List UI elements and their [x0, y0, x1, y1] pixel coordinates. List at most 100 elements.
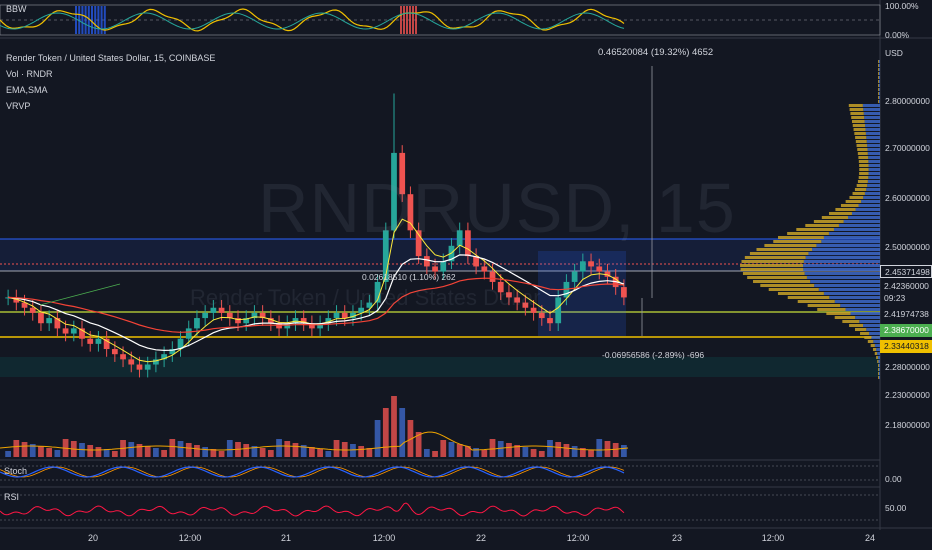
vrvp-bar [858, 176, 869, 179]
volume-bar [276, 439, 282, 457]
vrvp-bar [864, 116, 880, 119]
bbw-axis-bottom: 0.00% [885, 30, 910, 40]
vrvp-bar [867, 184, 880, 187]
stoch-pane-title[interactable]: Stoch [4, 466, 27, 476]
vrvp-bar [834, 300, 880, 303]
volume-bar [382, 408, 389, 457]
vrvp-bar [803, 264, 880, 267]
legend-indicator-vrvp[interactable]: VRVP [6, 98, 215, 114]
vrvp-bar [868, 176, 880, 179]
candle-body [128, 359, 135, 365]
legend-indicator-volume[interactable]: Vol · RNDR [6, 66, 215, 82]
vrvp-bar [821, 216, 849, 219]
rsi-pane-title[interactable]: RSI [4, 492, 19, 502]
vrvp-bar [796, 228, 834, 231]
vrvp-bar [740, 264, 804, 267]
candle-body [87, 338, 94, 344]
legend-title[interactable]: Render Token / United States Dollar, 15,… [6, 50, 215, 66]
bbw-highlight-bar [75, 6, 77, 34]
vrvp-bar [753, 280, 811, 283]
bbw-highlight-bar [415, 6, 417, 34]
vrvp-bar [878, 84, 879, 87]
vrvp-bar [810, 280, 880, 283]
vrvp-bar [878, 364, 879, 367]
vrvp-bar [878, 60, 880, 63]
vrvp-bar [878, 364, 880, 367]
vrvp-bar [878, 368, 879, 371]
vrvp-bar [854, 132, 866, 135]
vrvp-bar [878, 68, 879, 71]
vrvp-bar [773, 240, 822, 243]
volume-bar [153, 448, 159, 457]
vrvp-bar [760, 284, 815, 287]
vrvp-bar [747, 276, 807, 279]
vrvp-bar [863, 112, 880, 115]
vrvp-bar [865, 132, 880, 135]
vrvp-bar [854, 188, 867, 191]
candle-body [95, 338, 102, 344]
time-tick: 20 [87, 533, 99, 543]
vrvp-bar [818, 288, 880, 291]
candle-body [341, 312, 348, 319]
volume-bar [309, 447, 315, 457]
vrvp-bar [787, 296, 830, 299]
volume-bar [243, 444, 250, 457]
candle-body [194, 318, 200, 329]
vrvp-bar [840, 304, 880, 307]
vrvp-bar [878, 68, 880, 71]
vrvp-bar [805, 224, 839, 227]
vrvp-bar [867, 144, 880, 147]
vrvp-bar [806, 276, 880, 279]
candle-body [46, 318, 53, 324]
vrvp-bar [878, 88, 879, 91]
vrvp-bar [868, 156, 880, 159]
vrvp-bar [856, 184, 868, 187]
vrvp-bar [866, 328, 880, 331]
vrvp-bar [878, 376, 879, 379]
vrvp-bar [823, 292, 880, 295]
vrvp-bar [803, 268, 880, 271]
candle-body [481, 266, 488, 272]
vrvp-bar [777, 292, 824, 295]
candle-body [111, 349, 118, 355]
bbw-pane-title[interactable]: BBW [6, 4, 27, 14]
volume-bar [489, 439, 496, 457]
vrvp-bar [740, 268, 804, 271]
vrvp-bar [878, 60, 879, 63]
candle-body [185, 328, 192, 339]
chart-legend: Render Token / United States Dollar, 15,… [6, 50, 215, 114]
vrvp-bar [855, 208, 880, 211]
candle-body [62, 328, 69, 334]
vrvp-bar [859, 172, 869, 175]
vrvp-bar [852, 124, 866, 127]
volume-bar [5, 451, 11, 457]
vrvp-bar [813, 220, 844, 223]
bbw-highlight-bar [412, 6, 414, 34]
candle-body [621, 287, 627, 298]
bbw-highlight-bar [81, 6, 84, 34]
price-tag-vrvp: 2.45371498 [880, 265, 932, 278]
stoch-axis-label: 0.00 [885, 474, 902, 484]
vrvp-bar [835, 208, 856, 211]
vrvp-bar [848, 104, 863, 107]
vrvp-bar [843, 220, 880, 223]
volume-bar [267, 450, 274, 457]
vrvp-bar [860, 332, 870, 335]
volume-bar [448, 442, 455, 457]
candle-body [333, 312, 340, 319]
vrvp-bar [864, 336, 872, 339]
candle-body [432, 266, 438, 272]
bbw-highlight-bar [94, 6, 97, 34]
bbw-highlight-bar [84, 6, 87, 34]
volume-bar [54, 450, 61, 457]
vrvp-bar [742, 272, 805, 275]
legend-indicator-ema-sma[interactable]: EMA,SMA [6, 82, 215, 98]
vrvp-bar [858, 204, 880, 207]
volume-bar [481, 450, 488, 457]
volume-bar [13, 440, 20, 457]
candle-body [423, 256, 430, 267]
vrvp-bar [878, 360, 880, 363]
price-tick: 2.80000000 [885, 96, 930, 106]
trend-line [39, 283, 121, 306]
vrvp-bar [803, 260, 880, 263]
